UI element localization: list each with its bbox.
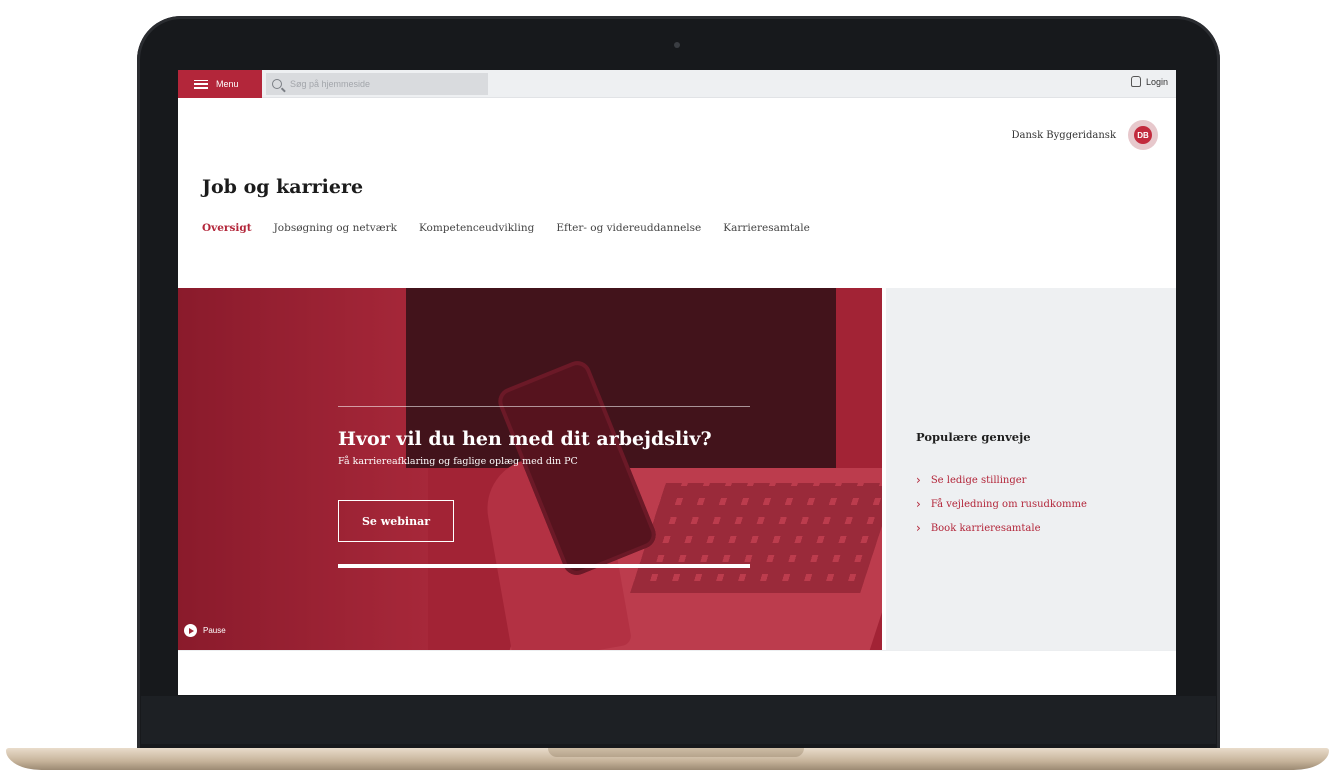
page-title: Job og karriere	[202, 176, 364, 198]
hero-overlay	[178, 288, 882, 650]
tab-jobsogning[interactable]: Jobsøgning og netværk	[265, 216, 405, 242]
video-control-label: Pause	[203, 626, 226, 635]
laptop-frame: Menu Login Dansk Byggeridansk DB Job og …	[0, 0, 1335, 772]
hero-divider	[338, 406, 750, 407]
camera-dot	[674, 42, 680, 48]
shortcut-link[interactable]: › Book karrieresamtale	[916, 516, 1087, 540]
shortcut-label: Få vejledning om rusudkomme	[930, 498, 1087, 510]
search-box[interactable]	[266, 73, 488, 95]
hamburger-icon	[194, 79, 208, 89]
laptop-base-notch	[548, 748, 804, 757]
tab-karrieresamtale[interactable]: Karrieresamtale	[715, 216, 818, 242]
webinar-button[interactable]: Se webinar	[338, 500, 454, 542]
union-name: Dansk Byggeridansk	[1011, 129, 1116, 141]
login-label: Login	[1145, 76, 1168, 87]
shortcut-link[interactable]: › Se ledige stillinger	[916, 468, 1087, 492]
popular-shortcuts: Populære genveje › Se ledige stillinger …	[886, 288, 1176, 650]
hero-progress-bar	[338, 564, 750, 568]
tabs-fade	[918, 210, 958, 244]
chevron-right-icon: ›	[916, 521, 921, 535]
search-icon	[272, 79, 282, 89]
website-screen: Menu Login Dansk Byggeridansk DB Job og …	[178, 70, 1176, 695]
play-icon	[184, 624, 197, 637]
shortcut-label: Se ledige stillinger	[930, 474, 1027, 486]
hero-banner: Hvor vil du hen med dit arbejdsliv? Få k…	[178, 288, 882, 650]
tab-efteruddannelse[interactable]: Efter- og videreuddannelse	[548, 216, 710, 242]
sub-navigation: Oversigt Jobsøgning og netværk Kompetenc…	[194, 216, 818, 242]
top-bar: Menu Login	[178, 70, 1176, 98]
video-control[interactable]: Pause	[184, 624, 226, 637]
user-icon	[1130, 76, 1141, 87]
chevron-right-icon: ›	[916, 497, 921, 511]
tab-kompetenceudvikling[interactable]: Kompetenceudvikling	[410, 216, 543, 242]
menu-label: Menu	[216, 79, 239, 89]
shortcut-link[interactable]: › Få vejledning om rusudkomme	[916, 492, 1087, 516]
laptop-bezel-bottom	[141, 696, 1216, 744]
shortcuts-title: Populære genveje	[916, 430, 1031, 444]
union-badge[interactable]: Dansk Byggeridansk DB	[1012, 120, 1158, 150]
menu-button[interactable]: Menu	[178, 70, 262, 98]
login-link[interactable]: Login	[1130, 76, 1168, 87]
union-logo-mark: DB	[1134, 126, 1152, 144]
shortcut-list: › Se ledige stillinger › Få vejledning o…	[916, 468, 1087, 540]
page-footer-band	[178, 650, 1176, 695]
search-input[interactable]	[290, 75, 480, 93]
hero-subtext: Få karriereafklaring og faglige oplæg me…	[338, 456, 578, 467]
tab-oversigt[interactable]: Oversigt	[194, 216, 260, 242]
shortcut-label: Book karrieresamtale	[930, 522, 1041, 534]
union-logo: DB	[1128, 120, 1158, 150]
chevron-right-icon: ›	[916, 473, 921, 487]
hero-heading: Hvor vil du hen med dit arbejdsliv?	[338, 428, 712, 450]
